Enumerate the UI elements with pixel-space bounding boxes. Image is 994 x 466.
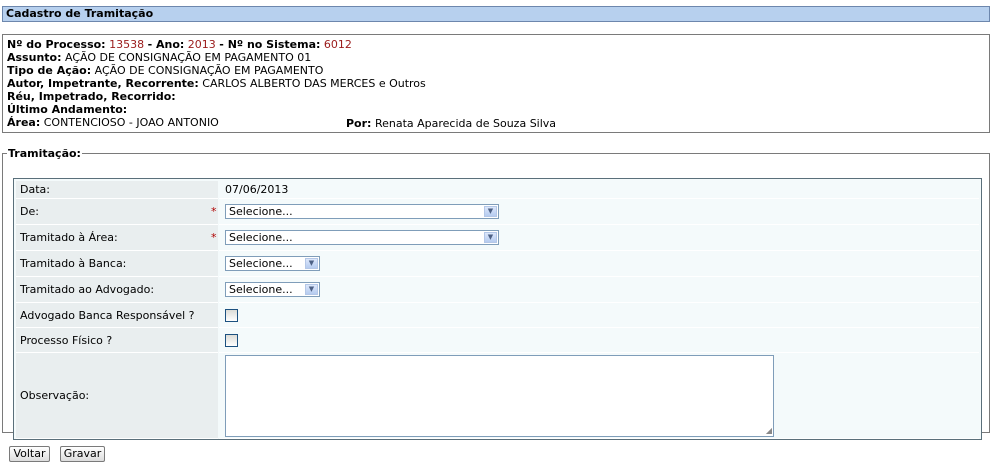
system-number-label: Nº no Sistema: bbox=[227, 38, 321, 51]
required-marker: * bbox=[211, 205, 217, 218]
defendant-line: Réu, Impetrado, Recorrido: bbox=[7, 90, 989, 103]
back-button[interactable]: Voltar bbox=[9, 446, 50, 462]
from-select[interactable]: Selecione... ▼ bbox=[225, 204, 499, 219]
tramitacao-form: Data: 07/06/2013 De: * Selecione... ▼ Tra… bbox=[13, 178, 982, 440]
row-adv-banca: Advogado Banca Responsável ? bbox=[16, 303, 979, 328]
banca-label: Tramitado à Banca: bbox=[20, 257, 127, 270]
process-number-line: Nº do Processo: 13538 - Ano: 2013 - Nº n… bbox=[7, 38, 352, 51]
action-type-value: AÇÃO DE CONSIGNAÇÃO EM PAGAMENTO bbox=[94, 64, 324, 77]
chevron-down-icon[interactable]: ▼ bbox=[305, 284, 318, 295]
row-from: De: * Selecione... ▼ bbox=[16, 199, 979, 225]
by-label: Por: bbox=[346, 117, 372, 130]
resize-grip-icon[interactable]: ◢ bbox=[766, 426, 772, 435]
fisico-checkbox[interactable] bbox=[225, 333, 238, 347]
observacao-label: Observação: bbox=[20, 389, 90, 402]
row-advogado: Tramitado ao Advogado: Selecione... ▼ bbox=[16, 277, 979, 303]
tramitacao-legend: Tramitação: bbox=[8, 147, 81, 160]
subject-line: Assunto: AÇÃO DE CONSIGNAÇÃO EM PAGAMENT… bbox=[7, 51, 989, 64]
author-value: CARLOS ALBERTO DAS MERCES e Outros bbox=[202, 77, 426, 90]
by-value: Renata Aparecida de Souza Silva bbox=[374, 117, 557, 130]
last-progress-line: Último Andamento: bbox=[7, 103, 989, 116]
date-value: 07/06/2013 bbox=[225, 183, 289, 196]
save-button[interactable]: Gravar bbox=[60, 446, 105, 462]
tramitacao-fieldset: Tramitação: Data: 07/06/2013 De: * Seleci… bbox=[2, 147, 990, 440]
area-select[interactable]: Selecione... ▼ bbox=[225, 230, 499, 245]
author-line: Autor, Impetrante, Recorrente: CARLOS AL… bbox=[7, 77, 989, 90]
subject-label: Assunto: bbox=[7, 51, 62, 64]
row-banca: Tramitado à Banca: Selecione... ▼ bbox=[16, 251, 979, 277]
advogado-label: Tramitado ao Advogado: bbox=[20, 283, 155, 296]
area-value: CONTENCIOSO - JOAO ANTONIO bbox=[43, 116, 219, 129]
advogado-select[interactable]: Selecione... ▼ bbox=[225, 282, 320, 297]
subject-value: AÇÃO DE CONSIGNAÇÃO EM PAGAMENTO 01 bbox=[64, 51, 312, 64]
system-number-value: 6012 bbox=[323, 38, 352, 51]
banca-select[interactable]: Selecione... ▼ bbox=[225, 256, 320, 271]
chevron-down-icon[interactable]: ▼ bbox=[484, 232, 497, 243]
action-type-label: Tipo de Ação: bbox=[7, 64, 92, 77]
author-label: Autor, Impetrante, Recorrente: bbox=[7, 77, 199, 90]
year-label: Ano: bbox=[155, 38, 185, 51]
from-label: De: bbox=[20, 205, 39, 218]
process-number-label: Nº do Processo: bbox=[7, 38, 106, 51]
action-type-line: Tipo de Ação: AÇÃO DE CONSIGNAÇÃO EM PAG… bbox=[7, 64, 989, 77]
area-label: Área: bbox=[7, 116, 41, 129]
chevron-down-icon[interactable]: ▼ bbox=[484, 206, 497, 217]
row-fisico: Processo Físico ? bbox=[16, 328, 979, 353]
row-date: Data: 07/06/2013 bbox=[16, 181, 979, 199]
last-progress-label: Último Andamento: bbox=[7, 103, 128, 116]
date-label: Data: bbox=[20, 183, 50, 196]
row-observacao: Observação: ◢ bbox=[16, 353, 979, 439]
adv-banca-checkbox[interactable] bbox=[225, 308, 238, 322]
fisico-label: Processo Físico ? bbox=[20, 333, 113, 347]
adv-banca-label: Advogado Banca Responsável ? bbox=[20, 308, 195, 322]
by-line: Por: Renata Aparecida de Souza Silva bbox=[346, 117, 556, 130]
required-marker: * bbox=[211, 231, 217, 244]
page-title: Cadastro de Tramitação bbox=[2, 6, 990, 22]
defendant-label: Réu, Impetrado, Recorrido: bbox=[7, 90, 176, 103]
process-number-value: 13538 bbox=[109, 38, 145, 51]
chevron-down-icon[interactable]: ▼ bbox=[305, 258, 318, 269]
observacao-textarea[interactable]: ◢ bbox=[225, 354, 774, 437]
row-area: Tramitado à Área: * Selecione... ▼ bbox=[16, 225, 979, 251]
area-select-label: Tramitado à Área: bbox=[20, 231, 118, 244]
year-value: 2013 bbox=[187, 38, 216, 51]
process-info-panel: Nº do Processo: 13538 - Ano: 2013 - Nº n… bbox=[2, 34, 990, 133]
